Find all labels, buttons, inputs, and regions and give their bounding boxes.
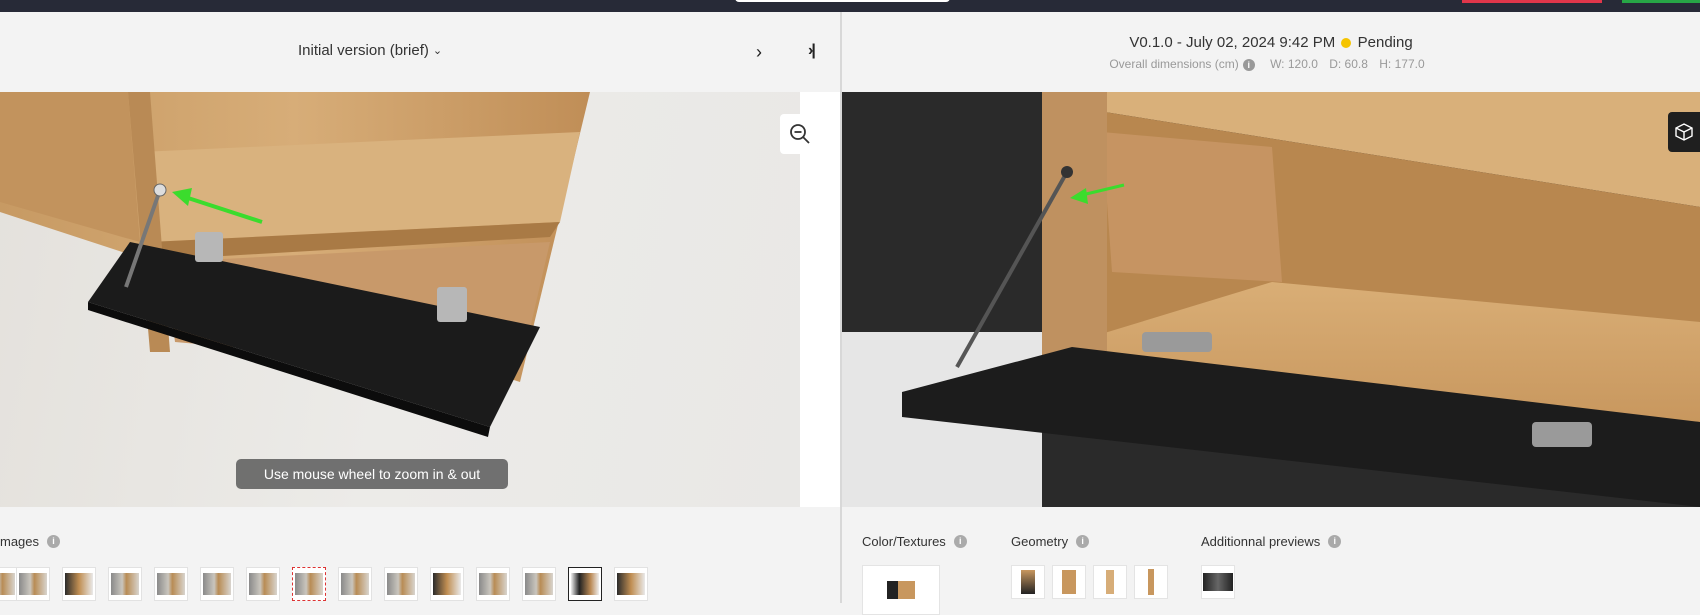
additional-preview-thumb[interactable] xyxy=(1201,565,1235,599)
image-thumb[interactable] xyxy=(614,567,648,601)
image-thumb[interactable] xyxy=(200,567,234,601)
render-preview-drawing xyxy=(842,92,1700,507)
additional-previews-section: Additionnal previews i xyxy=(1201,534,1342,549)
image-thumb-selected[interactable] xyxy=(568,567,602,601)
image-thumb-hover[interactable] xyxy=(292,567,326,601)
geometry-section: Geometry i xyxy=(1011,534,1090,549)
images-label-text: mages xyxy=(0,534,40,549)
geometry-label: Geometry xyxy=(1011,534,1069,549)
version-info: V0.1.0 - July 02, 2024 9:42 PM Pending xyxy=(842,34,1700,51)
reference-image-drawing xyxy=(0,92,590,437)
top-bar xyxy=(0,0,1700,12)
top-green-button[interactable] xyxy=(1622,0,1700,3)
3d-view-icon[interactable] xyxy=(1668,112,1700,152)
version-dropdown-label: Initial version (brief) xyxy=(298,42,429,59)
image-thumb[interactable] xyxy=(108,567,142,601)
render-preview[interactable] xyxy=(842,92,1700,507)
image-thumb[interactable] xyxy=(62,567,96,601)
geometry-thumb[interactable] xyxy=(1052,565,1086,599)
width-value: W: 120.0 xyxy=(1270,57,1318,71)
info-icon[interactable]: i xyxy=(47,535,61,548)
color-textures-section: Color/Textures i xyxy=(862,534,967,549)
image-thumb[interactable] xyxy=(430,567,464,601)
additional-previews-label: Additionnal previews xyxy=(1201,534,1321,549)
top-red-button[interactable] xyxy=(1462,0,1602,3)
chevron-right-icon[interactable]: › xyxy=(756,42,762,63)
image-thumb[interactable] xyxy=(246,567,280,601)
geometry-thumb[interactable] xyxy=(1093,565,1127,599)
images-section-label: mages i xyxy=(0,534,61,549)
image-thumb[interactable] xyxy=(338,567,372,601)
info-icon[interactable]: i xyxy=(1242,58,1255,71)
version-dropdown[interactable]: Initial version (brief) ⌄ xyxy=(298,42,442,59)
image-side-strip xyxy=(800,92,840,507)
image-thumb[interactable] xyxy=(154,567,188,601)
reference-image[interactable] xyxy=(0,92,800,507)
status-text: Pending xyxy=(1357,34,1413,51)
info-icon[interactable]: i xyxy=(953,535,967,548)
texture-swatch[interactable] xyxy=(862,565,940,615)
version-text: V0.1.0 - July 02, 2024 9:42 PM xyxy=(1129,34,1336,51)
image-thumb[interactable] xyxy=(384,567,418,601)
top-search-pill[interactable] xyxy=(735,0,950,2)
left-panel: Initial version (brief) ⌄ › ›| Use mouse… xyxy=(0,12,840,603)
image-thumb[interactable] xyxy=(522,567,556,601)
zoom-out-icon[interactable] xyxy=(780,114,820,154)
status-dot xyxy=(1341,38,1352,49)
height-value: H: 177.0 xyxy=(1379,57,1425,71)
dimensions-row: Overall dimensions (cm) i W: 120.0 D: 60.… xyxy=(842,57,1700,71)
info-icon[interactable]: i xyxy=(1076,535,1090,548)
skip-to-last-icon[interactable]: ›| xyxy=(808,42,816,60)
image-thumb[interactable] xyxy=(16,567,50,601)
zoom-hint: Use mouse wheel to zoom in & out xyxy=(236,459,508,489)
geometry-thumb[interactable] xyxy=(1011,565,1045,599)
dimensions-label: Overall dimensions (cm) xyxy=(1109,57,1239,71)
geometry-thumb[interactable] xyxy=(1134,565,1168,599)
color-textures-label: Color/Textures xyxy=(862,534,946,549)
image-thumb[interactable] xyxy=(476,567,510,601)
chevron-down-icon: ⌄ xyxy=(432,45,443,57)
depth-value: D: 60.8 xyxy=(1329,57,1368,71)
right-panel: V0.1.0 - July 02, 2024 9:42 PM Pending O… xyxy=(842,12,1700,615)
info-icon[interactable]: i xyxy=(1328,535,1342,548)
